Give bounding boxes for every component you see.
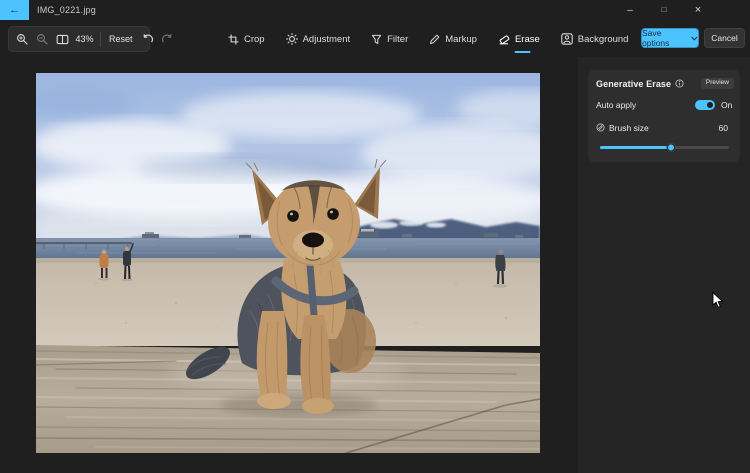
selected-tab-indicator — [514, 50, 531, 53]
cancel-label: Cancel — [711, 33, 738, 43]
mouse-cursor — [712, 291, 724, 314]
edit-toolbar: 43% Reset Crop Adjustment Filter Markup … — [0, 20, 750, 57]
toggle-knob — [707, 102, 713, 108]
panel-title: Generative Erase — [596, 78, 672, 89]
compare-view-icon[interactable] — [54, 31, 71, 48]
adjustment-sun-icon — [285, 33, 298, 45]
brush-size-label: Brush size — [609, 123, 649, 133]
redo-icon[interactable] — [159, 31, 176, 48]
tab-label: Background — [577, 33, 629, 45]
slider-fill — [600, 146, 671, 149]
photo-dog-on-beach[interactable] — [36, 73, 540, 453]
undo-icon[interactable] — [139, 31, 156, 48]
maximize-icon: □ — [661, 5, 667, 14]
save-options-button[interactable]: Save options — [641, 28, 699, 48]
close-icon: × — [694, 4, 702, 16]
minimize-icon: – — [627, 4, 633, 16]
brush-size-slider[interactable] — [600, 143, 729, 152]
background-person-icon — [561, 33, 573, 45]
editor-canvas — [0, 57, 578, 473]
tab-label: Adjustment — [302, 33, 351, 45]
title-bar: ← IMG_0221.jpg – □ × — [0, 0, 750, 20]
tab-label: Crop — [244, 33, 265, 45]
tab-label: Erase — [514, 33, 540, 45]
zoom-level-value: 43% — [75, 34, 94, 44]
erase-icon — [498, 33, 510, 45]
info-icon[interactable] — [675, 79, 684, 88]
zoom-tools-group: 43% Reset — [8, 26, 171, 52]
crop-icon — [228, 34, 239, 45]
zoom-out-icon[interactable] — [34, 31, 51, 48]
tab-erase[interactable]: Erase — [498, 26, 540, 53]
back-arrow-icon: ← — [9, 3, 20, 16]
auto-apply-toggle[interactable] — [695, 100, 715, 110]
window-controls: – □ × — [613, 0, 715, 20]
slider-thumb[interactable] — [666, 143, 676, 152]
minimize-button[interactable]: – — [613, 0, 647, 20]
preview-badge: Preview — [700, 78, 734, 89]
auto-apply-state: On — [721, 100, 733, 110]
tab-crop[interactable]: Crop — [228, 26, 265, 52]
photos-app-window: ← IMG_0221.jpg – □ × 43% Reset Crop Adju… — [0, 0, 750, 473]
file-tab-label: IMG_0221.jpg — [37, 5, 96, 15]
zoom-in-icon[interactable] — [14, 31, 31, 48]
chevron-down-icon — [691, 36, 698, 40]
tab-adjustment[interactable]: Adjustment — [285, 26, 351, 52]
generative-erase-card: Generative Erase Preview Auto apply On B… — [588, 70, 740, 162]
edit-tabs: Crop Adjustment Filter Markup Erase Back… — [228, 26, 629, 53]
toolbar-separator — [100, 31, 101, 47]
reset-button[interactable]: Reset — [106, 34, 136, 44]
close-button[interactable]: × — [681, 0, 715, 20]
auto-apply-label: Auto apply — [596, 100, 637, 110]
brush-size-icon — [596, 119, 605, 137]
tab-filter[interactable]: Filter — [371, 26, 408, 52]
tab-markup[interactable]: Markup — [429, 26, 477, 52]
brush-size-value: 60 — [718, 123, 728, 133]
maximize-button[interactable]: □ — [647, 0, 681, 20]
generative-erase-panel: Generative Erase Preview Auto apply On B… — [578, 57, 750, 473]
filter-icon — [371, 34, 382, 45]
save-options-label: Save options — [642, 28, 670, 48]
back-button[interactable]: ← — [0, 0, 29, 20]
tab-label: Markup — [445, 33, 477, 45]
tab-label: Filter — [387, 33, 409, 45]
markup-pen-icon — [429, 34, 440, 45]
cancel-button[interactable]: Cancel — [704, 28, 745, 48]
tab-background[interactable]: Background — [561, 26, 629, 52]
